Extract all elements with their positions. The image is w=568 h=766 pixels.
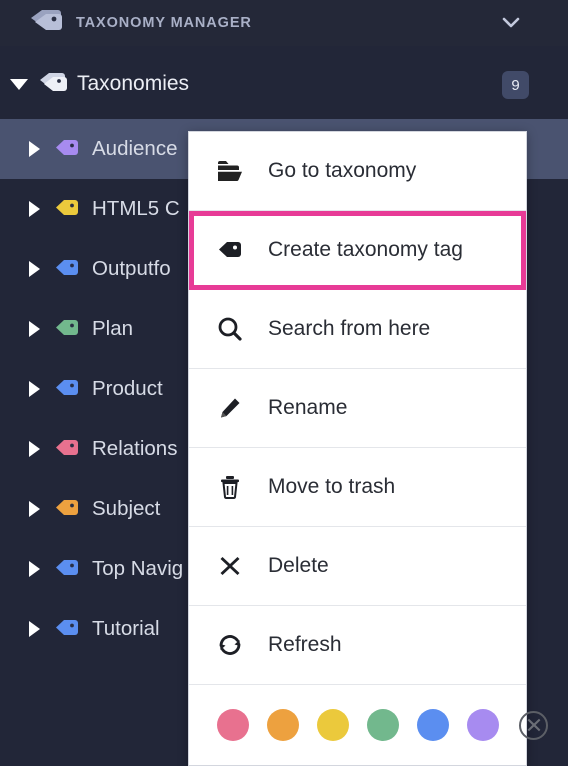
caret-right-icon[interactable] [29,561,40,577]
tree-item-label: Tutorial [92,617,160,640]
chevron-down-icon[interactable] [500,13,522,31]
context-menu: Go to taxonomy Create taxonomy tag Search … [188,131,548,766]
swatch-yellow[interactable] [317,709,349,741]
color-swatch-row [189,685,548,765]
taxonomies-label: Taxonomies [77,72,190,95]
tag-icon [54,198,80,221]
caret-right-icon[interactable] [29,141,40,157]
caret-right-icon[interactable] [29,261,40,277]
caret-right-icon[interactable] [29,621,40,637]
double-tag-icon [28,8,62,38]
panel-header: TAXONOMY MANAGER [0,0,568,46]
tree-item-label: Outputfo [92,257,171,280]
tree-item-label: Plan [92,317,134,340]
menu-item-label: Move to trash [268,475,396,498]
double-tag-icon [38,71,68,97]
tag-icon [54,498,80,521]
menu-item-refresh[interactable]: Refresh [189,606,526,685]
refresh-icon [212,633,248,657]
caret-right-icon[interactable] [29,201,40,217]
taxonomies-count-badge: 9 [502,71,529,99]
menu-item-label: Refresh [268,633,342,656]
menu-item-label: Rename [268,396,348,419]
caret-right-icon[interactable] [29,381,40,397]
swatch-blue[interactable] [417,709,449,741]
taxonomies-root-row[interactable]: Taxonomies [0,60,568,108]
taxonomy-manager-panel: TAXONOMY MANAGER Taxonomies 9 Audience HT… [0,0,568,766]
close-x-icon [212,554,248,578]
pencil-icon [212,396,248,420]
tree-item-label: Audience [92,137,178,160]
clear-color-icon[interactable] [519,710,548,740]
menu-item-go-to-taxonomy[interactable]: Go to taxonomy [189,132,526,211]
tag-icon [54,438,80,461]
swatch-purple[interactable] [467,709,499,741]
caret-right-icon[interactable] [29,321,40,337]
tag-icon [54,618,80,641]
tree-item-label: HTML5 C [92,197,180,220]
tree-item-label: Product [92,377,163,400]
tree-item-label: Top Navig [92,557,184,580]
tag-icon [54,558,80,581]
panel-title: TAXONOMY MANAGER [76,15,252,31]
caret-right-icon[interactable] [29,441,40,457]
swatch-orange[interactable] [267,709,299,741]
menu-item-label: Delete [268,554,329,577]
folder-open-icon [212,160,248,182]
menu-item-label: Search from here [268,317,431,340]
trash-icon [212,475,248,499]
caret-right-icon[interactable] [29,501,40,517]
caret-down-icon[interactable] [10,78,28,90]
menu-item-label: Go to taxonomy [268,159,417,182]
tag-icon [54,258,80,281]
tag-icon [54,378,80,401]
menu-item-label: Create taxonomy tag [268,238,463,261]
tree-item-label: Relations [92,437,178,460]
tag-icon [54,138,80,161]
menu-item-search-from-here[interactable]: Search from here [189,290,526,369]
tree-item-label: Subject [92,497,161,520]
swatch-green[interactable] [367,709,399,741]
search-icon [212,316,248,342]
menu-item-rename[interactable]: Rename [189,369,526,448]
tag-icon [212,239,248,262]
menu-item-move-to-trash[interactable]: Move to trash [189,448,526,527]
menu-item-create-taxonomy-tag[interactable]: Create taxonomy tag [189,211,526,290]
swatch-pink[interactable] [217,709,249,741]
menu-item-delete[interactable]: Delete [189,527,526,606]
tag-icon [54,318,80,341]
